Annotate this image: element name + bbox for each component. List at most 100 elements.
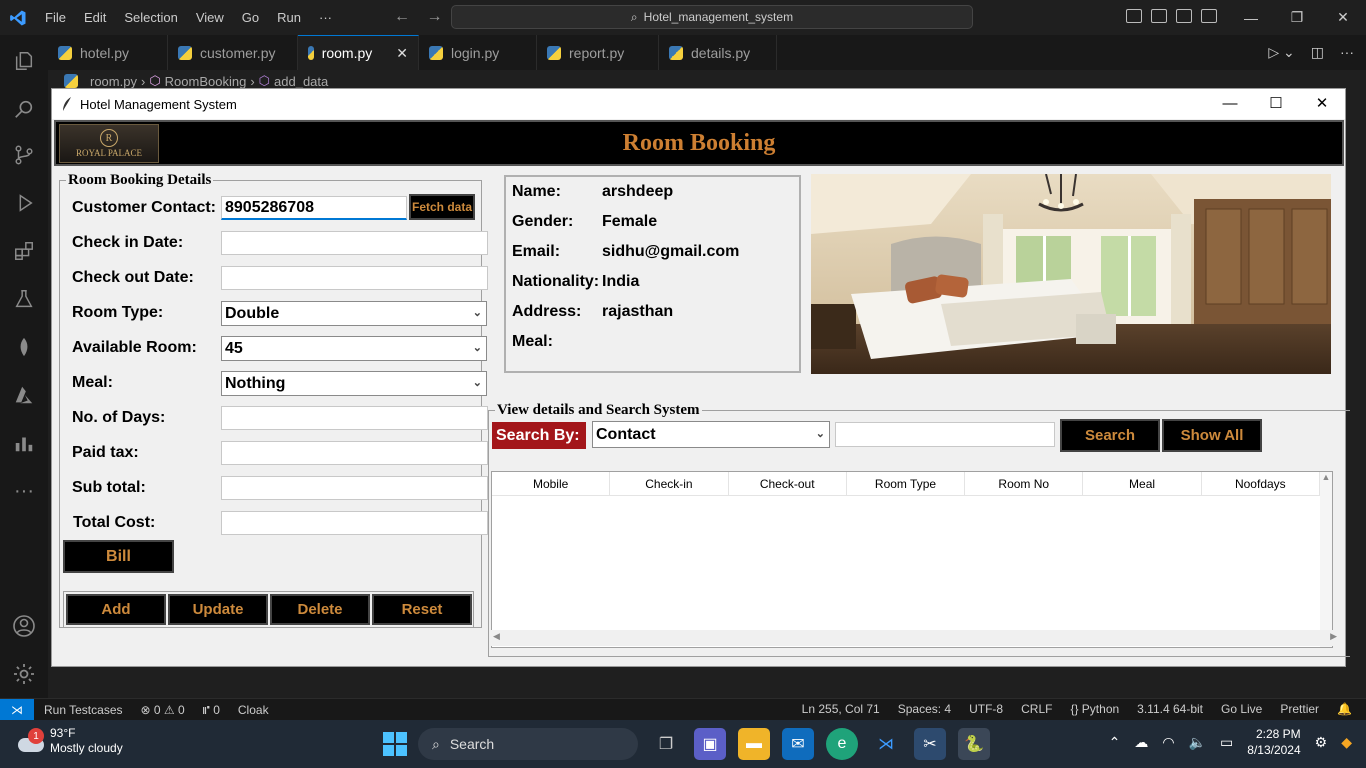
split-editor-icon[interactable]: ◫	[1311, 44, 1324, 61]
mongodb-leaf-icon[interactable]	[12, 335, 36, 359]
status-prettier[interactable]: Prettier	[1280, 702, 1319, 716]
edge-icon[interactable]: e	[826, 728, 858, 760]
run-file-icon[interactable]: ▷ ⌄	[1268, 44, 1294, 61]
remote-icon[interactable]: ⋊	[0, 698, 34, 721]
search-button[interactable]: Search	[1060, 419, 1160, 452]
accounts-icon[interactable]	[12, 614, 36, 638]
col-checkin[interactable]: Check-in	[610, 472, 729, 495]
minimize-icon[interactable]: —	[1228, 10, 1274, 26]
roomtype-select[interactable]: Double ⌄	[221, 301, 487, 326]
scroll-right-icon[interactable]: ▶	[1330, 631, 1337, 642]
scroll-left-icon[interactable]: ◀	[493, 631, 500, 642]
status-indent[interactable]: Spaces: 4	[898, 702, 951, 716]
status-interpreter[interactable]: 3.11.4 64-bit	[1137, 702, 1203, 716]
command-search[interactable]: ⌕ Hotel_management_system	[451, 5, 973, 29]
settings-gear-icon[interactable]	[12, 662, 36, 686]
meal-select[interactable]: Nothing ⌄	[221, 371, 487, 396]
update-button[interactable]: Update	[168, 594, 268, 625]
more-icon[interactable]: ···	[12, 479, 36, 503]
table-horizontal-scrollbar[interactable]: ◀ ▶	[491, 630, 1339, 646]
chevron-up-icon[interactable]: ⌃	[1109, 734, 1121, 751]
app-maximize-icon[interactable]: ☐	[1253, 89, 1299, 119]
snipping-tool-icon[interactable]: ✂	[914, 728, 946, 760]
tab-hotel[interactable]: hotel.py	[48, 35, 168, 70]
menu-more[interactable]: ···	[310, 10, 341, 25]
vscode-taskbar-icon[interactable]: ⋊	[870, 728, 902, 760]
forward-arrow-icon[interactable]: →	[426, 8, 442, 25]
toggle-secondary-sidebar-icon[interactable]	[1176, 9, 1192, 23]
status-encoding[interactable]: UTF-8	[969, 702, 1003, 716]
tab-login[interactable]: login.py	[419, 35, 537, 70]
copilot-icon[interactable]: ◆	[1341, 734, 1352, 751]
wifi-icon[interactable]: ◠	[1162, 734, 1174, 751]
col-checkout[interactable]: Check-out	[729, 472, 847, 495]
scroll-up-icon[interactable]: ▲	[1320, 472, 1332, 482]
close-tab-icon[interactable]: ✕	[396, 45, 408, 62]
add-button[interactable]: Add	[66, 594, 166, 625]
status-cursor[interactable]: Ln 255, Col 71	[802, 702, 880, 716]
search-icon[interactable]	[12, 97, 36, 121]
run-debug-icon[interactable]	[12, 191, 36, 215]
table-vertical-scrollbar[interactable]: ▲ ▼	[1320, 472, 1332, 647]
fetch-data-button[interactable]: Fetch data	[409, 194, 475, 220]
tab-details[interactable]: details.py	[659, 35, 777, 70]
checkin-input[interactable]	[221, 231, 488, 255]
notification-center-icon[interactable]: ⚙	[1315, 734, 1328, 751]
checkout-input[interactable]	[221, 266, 488, 290]
app-minimize-icon[interactable]: —	[1207, 89, 1253, 119]
back-arrow-icon[interactable]: ←	[394, 8, 410, 25]
reset-button[interactable]: Reset	[372, 594, 472, 625]
more-actions-icon[interactable]: ···	[1340, 44, 1354, 61]
bill-button[interactable]: Bill	[63, 540, 174, 573]
battery-icon[interactable]: ▭	[1220, 734, 1233, 751]
onedrive-icon[interactable]: ☁	[1134, 734, 1148, 751]
col-noofdays[interactable]: Noofdays	[1202, 472, 1320, 495]
menu-file[interactable]: File	[36, 10, 75, 25]
clock[interactable]: 2:28 PM 8/13/2024	[1247, 726, 1300, 758]
file-explorer-icon[interactable]: ▬	[738, 728, 770, 760]
weather-widget[interactable]: 1 93°F Mostly cloudy	[16, 726, 123, 756]
status-language[interactable]: {} Python	[1070, 702, 1119, 716]
status-ports[interactable]: ⑈ 0	[203, 703, 220, 717]
status-problems[interactable]: ⊗ 0 ⚠ 0	[141, 703, 185, 717]
tab-customer[interactable]: customer.py	[168, 35, 298, 70]
mail-icon[interactable]: ✉	[782, 728, 814, 760]
customize-layout-icon[interactable]	[1201, 9, 1217, 23]
menu-view[interactable]: View	[187, 10, 233, 25]
show-all-button[interactable]: Show All	[1162, 419, 1262, 452]
notifications-bell-icon[interactable]: 🔔	[1337, 702, 1352, 716]
task-view-icon[interactable]: ❐	[650, 728, 682, 760]
search-by-select[interactable]: Contact ⌄	[592, 421, 830, 448]
teams-icon[interactable]: ▣	[694, 728, 726, 760]
volume-icon[interactable]: 🔈	[1189, 734, 1206, 751]
col-roomno[interactable]: Room No	[965, 472, 1084, 495]
menu-run[interactable]: Run	[268, 10, 310, 25]
toggle-panel-icon[interactable]	[1151, 9, 1167, 23]
total-input[interactable]	[221, 511, 488, 535]
close-icon[interactable]: ✕	[1320, 9, 1366, 26]
subtotal-input[interactable]	[221, 476, 488, 500]
toggle-sidebar-icon[interactable]	[1126, 9, 1142, 23]
windows-start-icon[interactable]	[383, 732, 407, 756]
breadcrumb-class[interactable]: RoomBooking	[165, 74, 247, 89]
status-eol[interactable]: CRLF	[1021, 702, 1052, 716]
search-query-input[interactable]	[835, 422, 1055, 447]
source-control-icon[interactable]	[12, 143, 36, 167]
breadcrumb-file[interactable]: room.py	[90, 74, 137, 89]
python-taskbar-icon[interactable]: 🐍	[958, 728, 990, 760]
delete-button[interactable]: Delete	[270, 594, 370, 625]
days-input[interactable]	[221, 406, 488, 430]
status-run-testcases[interactable]: Run Testcases	[44, 703, 123, 717]
menu-edit[interactable]: Edit	[75, 10, 115, 25]
taskbar-search[interactable]: ⌕ Search	[418, 728, 638, 760]
col-mobile[interactable]: Mobile	[492, 472, 611, 495]
restore-icon[interactable]: ❐	[1274, 9, 1320, 26]
menu-selection[interactable]: Selection	[115, 10, 186, 25]
explorer-icon[interactable]	[12, 49, 36, 73]
extensions-icon[interactable]	[12, 239, 36, 263]
col-meal[interactable]: Meal	[1083, 472, 1202, 495]
col-roomtype[interactable]: Room Type	[847, 472, 966, 495]
contact-input[interactable]: 8905286708	[221, 196, 407, 220]
app-close-icon[interactable]: ✕	[1299, 89, 1345, 119]
tab-room[interactable]: room.py ✕	[298, 35, 419, 70]
